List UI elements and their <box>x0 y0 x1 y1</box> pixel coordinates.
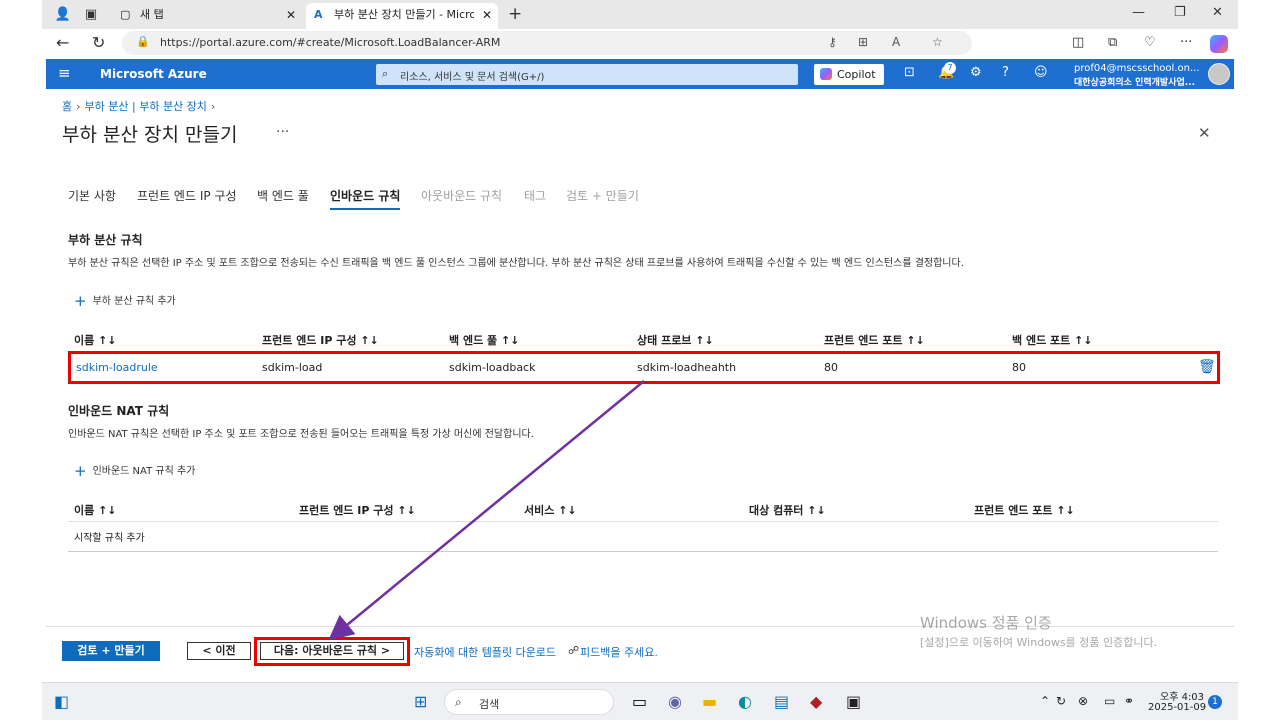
clock-time[interactable]: 오후 4:03 <box>1160 688 1204 703</box>
search-icon: ⌕ <box>455 695 462 709</box>
widgets-icon[interactable]: ◧ <box>54 692 69 711</box>
display-icon[interactable]: ▭ <box>1104 694 1115 708</box>
activation-watermark-title: Windows 정품 인증 <box>920 614 1052 632</box>
store-icon[interactable]: ▤ <box>774 692 789 711</box>
app-icon[interactable]: ◆ <box>810 692 822 711</box>
annotation-arrow <box>328 380 645 641</box>
start-icon[interactable]: ⊞ <box>414 692 427 711</box>
taskbar-search[interactable]: ⌕ 검색 <box>444 689 614 715</box>
network-icon[interactable]: ⚭ <box>1124 694 1134 708</box>
taskbar-search-label: 검색 <box>479 698 500 711</box>
teams-icon[interactable]: ◉ <box>668 692 682 711</box>
sync-icon[interactable]: ↻ <box>1056 694 1066 708</box>
browser-window: 👤 ▣ ▢ 새 탭 ✕ A 부하 분산 장치 만들기 - Microsoft ✕… <box>42 0 1238 720</box>
edge-icon[interactable]: ◐ <box>738 692 752 711</box>
file-explorer-icon[interactable]: ▬ <box>702 692 717 711</box>
close-circle-icon[interactable]: ⊗ <box>1078 694 1088 708</box>
taskbar: ◧ ⊞ ⌕ 검색 ▭ ◉ ▬ ◐ ▤ ◆ ▣ ⌃ ↻ ⊗ ▭ ⚭ 오후 4:03… <box>42 682 1238 720</box>
clock-date[interactable]: 2025-01-09 <box>1148 702 1206 713</box>
terminal-icon[interactable]: ▣ <box>846 692 861 711</box>
activation-watermark-text: [설정]으로 이동하여 Windows를 정품 인증합니다. <box>920 636 1158 649</box>
chevron-up-icon[interactable]: ⌃ <box>1040 694 1050 708</box>
task-view-icon[interactable]: ▭ <box>632 692 647 711</box>
notification-badge[interactable]: 1 <box>1208 695 1222 709</box>
